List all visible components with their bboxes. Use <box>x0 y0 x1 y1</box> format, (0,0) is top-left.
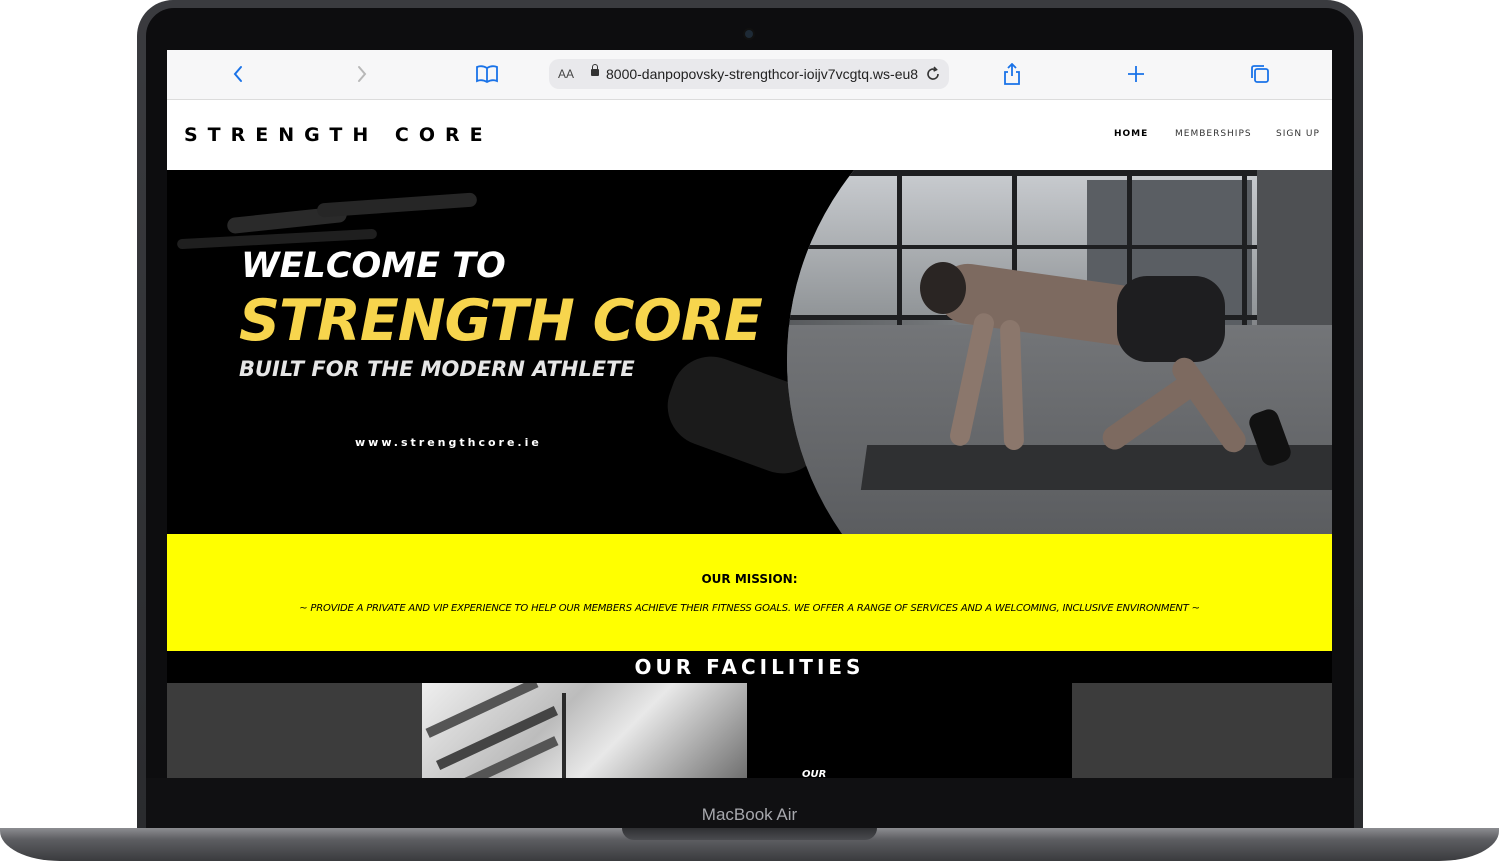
facilities-side-panel <box>1072 683 1332 778</box>
hero-banner: WELCOME TO STRENGTH CORE BUILT FOR THE M… <box>167 170 1332 534</box>
screen: AA 8000-danpopovsky-strengthcor-ioijv7vc… <box>167 50 1332 778</box>
address-bar[interactable]: AA 8000-danpopovsky-strengthcor-ioijv7vc… <box>549 59 949 89</box>
new-tab-button[interactable] <box>1121 50 1151 100</box>
tabs-icon <box>1251 65 1269 83</box>
hero-tagline: BUILT FOR THE MODERN ATHLETE <box>239 357 635 381</box>
lock-icon <box>591 64 599 76</box>
mission-title: OUR MISSION: <box>701 572 798 586</box>
hero-welcome: WELCOME TO <box>241 246 506 286</box>
camera-icon <box>745 30 753 38</box>
forward-button[interactable] <box>347 50 377 100</box>
mission-text: ~ PROVIDE A PRIVATE AND VIP EXPERIENCE T… <box>299 603 1200 614</box>
facilities-photo[interactable] <box>422 683 747 778</box>
tabs-button[interactable] <box>1245 50 1275 101</box>
reload-icon <box>927 66 939 80</box>
hero-title: STRENGTH CORE <box>239 288 763 354</box>
facilities-card-label: OUR <box>802 769 827 778</box>
book-icon <box>476 65 498 84</box>
athlete-shorts <box>1117 276 1225 362</box>
chevron-left-icon <box>233 66 242 82</box>
share-icon <box>1004 62 1020 85</box>
hero-website[interactable]: www.strengthcore.ie <box>355 436 542 449</box>
window-frame <box>1242 170 1247 325</box>
plus-icon <box>1128 66 1144 82</box>
share-button[interactable] <box>997 50 1027 102</box>
mission-section: OUR MISSION: ~ PROVIDE A PRIVATE AND VIP… <box>167 534 1332 651</box>
chevron-right-icon <box>358 66 367 82</box>
text-size-button[interactable]: AA <box>558 59 574 89</box>
nav-sign-up[interactable]: SIGN UP <box>1276 100 1320 168</box>
url-text[interactable]: 8000-danpopovsky-strengthcor-ioijv7vcgtq… <box>606 59 918 89</box>
athlete-head <box>920 262 966 314</box>
equipment-post <box>562 693 566 778</box>
browser-toolbar: AA 8000-danpopovsky-strengthcor-ioijv7vc… <box>167 50 1332 100</box>
nav-memberships[interactable]: MEMBERSHIPS <box>1175 100 1252 168</box>
bookmarks-button[interactable] <box>472 50 502 100</box>
nav-home[interactable]: HOME <box>1114 100 1148 168</box>
device-label: MacBook Air <box>701 805 798 824</box>
reload-button[interactable] <box>925 59 941 93</box>
laptop-notch <box>622 828 877 840</box>
facilities-side-panel <box>167 683 422 778</box>
facilities-card[interactable] <box>747 683 1072 778</box>
site-logo[interactable]: STRENGTH CORE <box>184 100 493 170</box>
window-frame <box>897 170 902 325</box>
site-header: STRENGTH CORE HOME MEMBERSHIPS SIGN UP <box>167 100 1332 170</box>
hero-photo <box>787 170 1332 534</box>
brush-stroke <box>316 192 478 218</box>
back-button[interactable] <box>223 50 253 100</box>
window-frame <box>787 170 1332 176</box>
facilities-title: OUR FACILITIES <box>634 655 865 679</box>
window-frame <box>787 245 1332 249</box>
